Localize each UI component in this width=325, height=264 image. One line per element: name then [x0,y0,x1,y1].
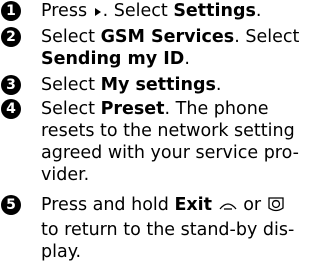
step-text-part: Select [41,99,101,119]
step-text-part: . Select [102,1,174,21]
step-line: Select GSM Services. Select [41,26,325,48]
step-text-part: or [237,195,267,215]
step-number-badge: 2 [1,27,21,47]
step-number-badge: 3 [1,75,21,95]
step-line: play. [41,242,82,262]
phone-key-icon [267,195,285,219]
step-line: agreed with your service pro- [41,143,299,163]
step-number-badge: 4 [1,99,21,119]
step-text: Select GSM Services. Select Sending my I… [41,26,325,70]
step-text-part: . The phone [164,99,269,119]
end-call-key-icon [218,197,238,219]
step-line: Sending my ID. [41,48,325,70]
step-text-part: . [184,49,190,69]
step-text: Select Preset. The phone resets to the n… [41,98,325,186]
menu-item-settings: Settings [173,1,256,21]
step-line: vider. [41,165,90,185]
step-text-part: Select [41,75,101,95]
menu-item-my-settings: My settings [100,75,216,95]
step-text-part: Press [41,1,93,21]
step-text-part: Press and hold [41,195,175,215]
menu-item-sending-my-id: Sending my ID [41,49,185,69]
step-line: resets to the network setting [41,121,295,141]
step-text-part: Select [41,27,101,47]
right-arrow-key-icon [93,3,103,25]
step-text: Press and hold Exit or to return to the … [41,194,325,263]
instruction-steps: 1 Press . Select Settings. 2 Select GSM … [0,0,325,264]
menu-item-gsm-services: GSM Services [100,27,235,47]
step-text-part: . [255,1,262,21]
step-line: to return to the stand-by dis- [41,220,295,240]
step-number-badge: 1 [1,1,21,21]
step-text-part: . [215,75,222,95]
step-line: Press and hold Exit or [41,194,325,219]
step-number-badge: 5 [1,195,21,215]
step-text: Select My settings. [41,74,325,96]
step-text: Press . Select Settings. [41,0,325,25]
menu-item-preset: Preset [100,99,165,119]
step-text-part: . Select [234,27,300,47]
exit-softkey-label: Exit [174,195,213,215]
step-line: Select Preset. The phone [41,98,325,120]
